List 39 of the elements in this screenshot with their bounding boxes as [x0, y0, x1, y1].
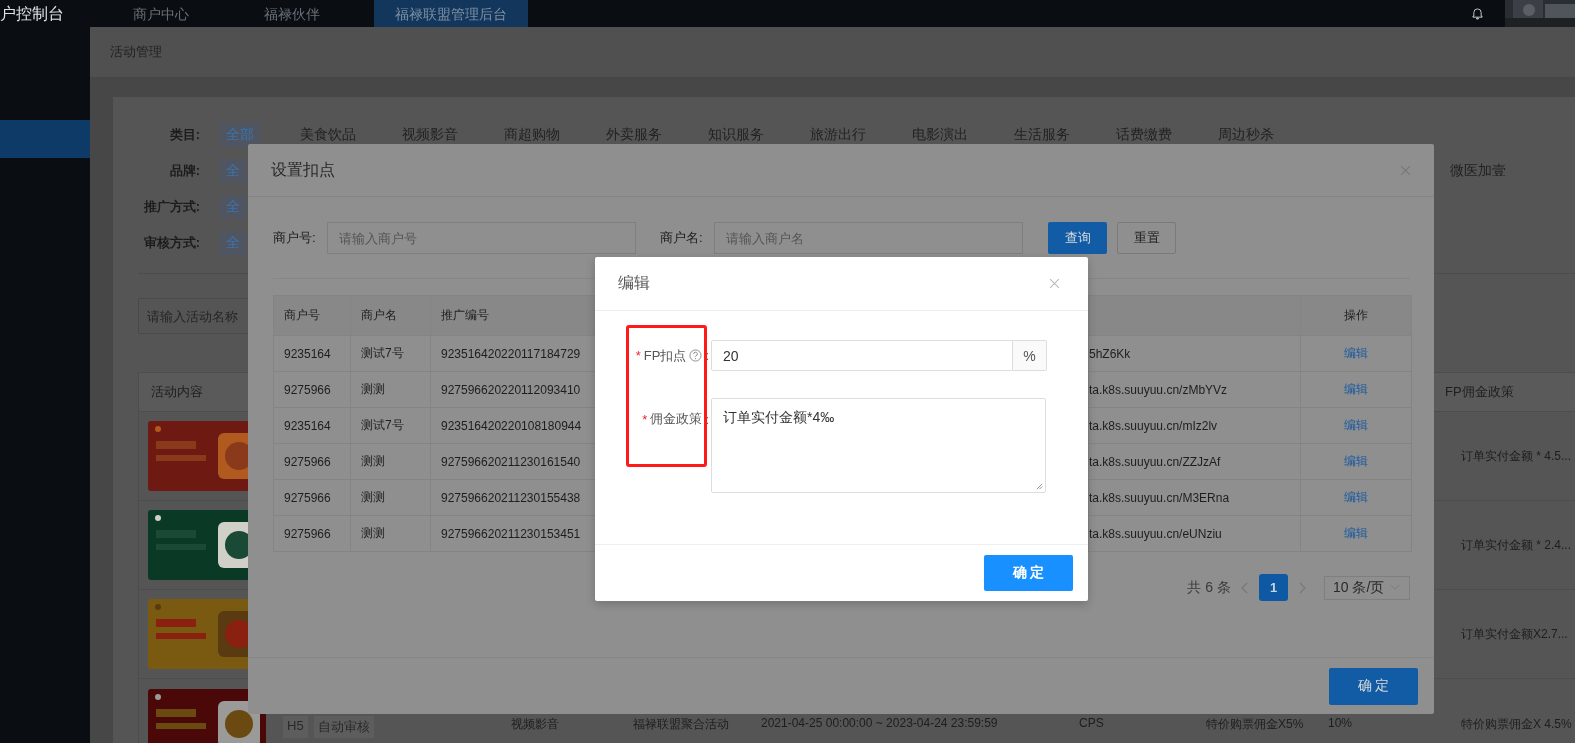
field-label: FP扣点 [643, 346, 687, 365]
field-label: 佣金政策 [650, 410, 703, 428]
colon: : [705, 348, 709, 363]
filter-label: 审核方式: [142, 234, 200, 252]
filter-label: 品牌: [168, 162, 200, 180]
table-cell: 测测 [351, 480, 431, 515]
app-title: 户控制台 [0, 3, 65, 24]
table-cell: 9235164 [274, 408, 351, 443]
table-cell: 10% [1328, 716, 1353, 730]
colon: : [705, 411, 709, 427]
table-cell: 5hZ6Kk [1089, 336, 1301, 371]
column-header: 商户名 [351, 296, 431, 335]
table-cell: ta.k8s.suuyuu.cn/eUNziu [1089, 516, 1301, 551]
filter-label: 推广方式: [142, 198, 200, 216]
filter-label: 类目: [168, 126, 200, 144]
table-cell: ta.k8s.suuyuu.cn/ZZJzAf [1089, 444, 1301, 479]
table-cell: ta.k8s.suuyuu.cn/M3ERna [1089, 480, 1301, 515]
table-cell: 测测 [351, 444, 431, 479]
table-cell: 9275966 [274, 480, 351, 515]
dialog-title: 设置扣点 [271, 159, 335, 180]
table-cell: 测测 [351, 372, 431, 407]
table-cell: 9275966 [274, 516, 351, 551]
table-cell: 测试7号 [351, 408, 431, 443]
unit-label: % [1013, 340, 1047, 371]
field-label: 商户名: [660, 229, 704, 247]
table-cell: 9235164 [274, 336, 351, 371]
required-mark: * [642, 411, 648, 427]
table-cell: 测试7号 [351, 336, 431, 371]
dialog-title: 编辑 [618, 273, 650, 293]
table-cell: 9275966 [274, 372, 351, 407]
required-mark: * [635, 348, 641, 363]
table-cell: 测测 [351, 516, 431, 551]
column-header: 操作 [1343, 307, 1369, 324]
table-cell: ta.k8s.suuyuu.cn/zMbYVz [1089, 372, 1301, 407]
field-label: 商户号: [273, 229, 317, 247]
column-header: 商户号 [274, 296, 351, 335]
table-cell: ta.k8s.suuyuu.cn/mIz2lv [1089, 408, 1301, 443]
total-count: 共 6 条 [1187, 578, 1231, 597]
table-cell: 9275966 [274, 444, 351, 479]
